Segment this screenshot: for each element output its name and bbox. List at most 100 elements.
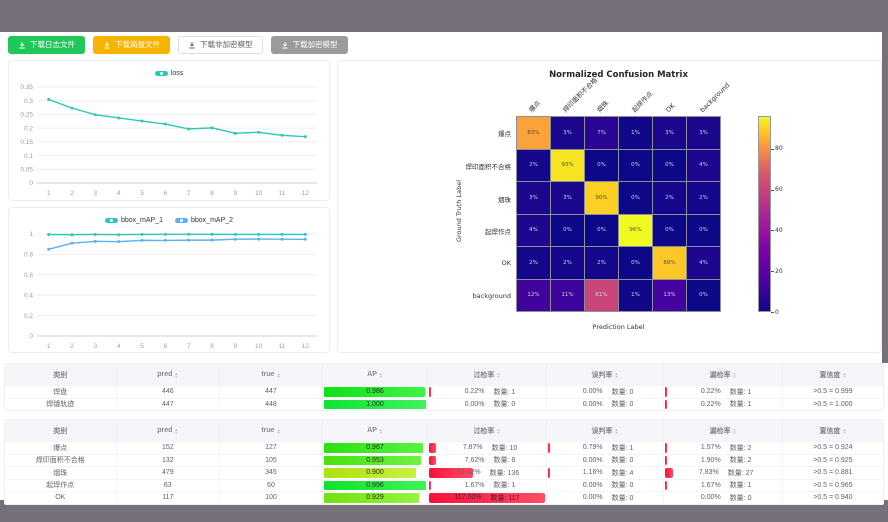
rate-bar [548,468,550,478]
true-cell: 447 [220,386,323,398]
sort-icon[interactable]: ▲▼ [615,428,619,434]
matrix-row-label: OK [338,259,511,267]
matrix-cell: 2% [517,150,550,182]
rate-percent: 0.00% [577,482,603,489]
svg-text:0: 0 [29,333,33,340]
column-header-ap[interactable]: AP▲▼ [323,364,428,385]
column-header-误判率[interactable]: 误判率▲▼ [547,420,665,441]
column-header-置信度[interactable]: 置信度▲▼ [783,364,883,385]
matrix-cell: 4% [687,247,720,279]
category-cell: 焊盘 [5,386,117,398]
rate-bar [665,468,672,478]
column-header-置信度[interactable]: 置信度▲▼ [783,420,883,441]
misjudge-cell: 0.79%数量: 1 [547,442,665,454]
column-header-pred[interactable]: pred▲▼ [117,420,221,441]
table-row: 爆点1521270.9677.87%数量: 100.79%数量: 11.57%数… [5,441,883,454]
legend-item[interactable]: bbox_mAP_2 [175,217,233,224]
column-header-category: 类别 [5,364,117,385]
rate-count: 数量: 10 [492,443,518,453]
matrix-cell: 0% [687,215,720,247]
colorbar-tick [771,190,774,191]
download-report-button[interactable]: 下载简报文件 [93,36,170,54]
column-header-label: pred [157,371,172,378]
matrix-cell: 0% [687,280,720,312]
confidence-cell: >0.5 = 1.000 [783,399,883,411]
rate-count: 数量: 1 [612,443,634,453]
colorbar-tick-label: 60 [775,186,783,193]
rate-count: 数量: 4 [612,468,634,478]
true-cell: 100 [220,492,323,504]
metrics-tables: 类别pred▲▼true▲▼AP▲▼过检率▲▼误判率▲▼漏检率▲▼置信度▲▼焊盘… [4,363,884,513]
svg-text:0.35: 0.35 [20,84,33,91]
rate-bar [665,456,667,466]
sort-icon[interactable]: ▲▼ [842,372,846,378]
misjudge-cell: 0.00%数量: 0 [547,455,665,467]
svg-text:0.3: 0.3 [24,98,33,105]
rate-value: 117.00%数量: 117 [454,493,519,503]
column-header-漏检率[interactable]: 漏检率▲▼ [664,420,783,441]
sort-icon[interactable]: ▲▼ [379,428,383,434]
rate-percent: 1.57% [695,444,721,451]
column-header-label: AP [367,371,377,378]
svg-text:0: 0 [29,180,33,187]
sort-icon[interactable]: ▲▼ [496,428,500,434]
column-header-过检率[interactable]: 过检率▲▼ [428,420,547,441]
svg-text:0.8: 0.8 [24,252,33,259]
matrix-cell: 0% [653,215,686,247]
download-log-button[interactable]: 下载日志文件 [8,36,85,54]
category-cell: 爆点 [5,442,117,454]
column-header-误判率[interactable]: 误判率▲▼ [547,364,665,385]
matrix-cell: 3% [551,117,584,149]
confusion-matrix-xlabel: Prediction Label [516,323,721,331]
rate-value: 1.67%数量: 1 [695,480,752,490]
missdetect-cell: 0.00%数量: 0 [664,492,783,504]
sort-icon[interactable]: ▲▼ [277,428,281,434]
overdetect-cell: 117.00%数量: 117 [428,492,547,504]
overdetect-cell: 0.22%数量: 1 [428,386,547,398]
svg-text:3: 3 [94,343,98,350]
svg-text:8: 8 [210,343,214,350]
table-row: 焊印面积不合格1321050.9537.62%数量: 80.00%数量: 01.… [5,454,883,467]
button-label: 下载加密模型 [293,41,338,49]
ap-value: 0.953 [366,457,384,464]
sort-icon[interactable]: ▲▼ [496,372,500,378]
rate-count: 数量: 117 [490,493,519,503]
rate-count: 数量: 0 [612,480,634,490]
column-header-true[interactable]: true▲▼ [220,364,323,385]
column-header-漏检率[interactable]: 漏检率▲▼ [664,364,783,385]
confidence-cell: >0.5 = 0.965 [783,480,883,492]
table-header-row: 类别pred▲▼true▲▼AP▲▼过检率▲▼误判率▲▼漏检率▲▼置信度▲▼ [5,364,883,385]
sort-icon[interactable]: ▲▼ [379,372,383,378]
table-row: 烟珠4793450.90039.42%数量: 1361.16%数量: 47.83… [5,466,883,479]
column-header-true[interactable]: true▲▼ [220,420,323,441]
legend-item[interactable]: bbox_mAP_1 [105,217,163,224]
colorbar-tick-label: 20 [775,268,783,275]
confidence-cell: >0.5 = 0.999 [783,386,883,398]
ap-cell: 0.953 [323,455,428,467]
rate-bar [548,443,550,453]
sort-icon[interactable]: ▲▼ [277,372,281,378]
sort-icon[interactable]: ▲▼ [733,428,737,434]
sort-icon[interactable]: ▲▼ [615,372,619,378]
sort-icon[interactable]: ▲▼ [842,428,846,434]
rate-count: 数量: 0 [612,387,634,397]
column-header-过检率[interactable]: 过检率▲▼ [428,364,547,385]
svg-text:8: 8 [210,190,214,197]
sort-icon[interactable]: ▲▼ [174,372,178,378]
sort-icon[interactable]: ▲▼ [174,428,178,434]
rate-value: 0.00%数量: 0 [577,399,634,409]
rate-value: 0.00%数量: 0 [695,493,752,503]
matrix-cell: 3% [687,117,720,149]
sort-icon[interactable]: ▲▼ [733,372,737,378]
ap-cell: 0.986 [323,386,428,398]
matrix-cell: 90% [585,182,618,214]
download-unencrypted-model-button[interactable]: 下载非加密模型 [178,36,263,54]
legend-item[interactable]: loss [155,70,183,77]
download-encrypted-model-button[interactable]: 下载加密模型 [271,36,348,54]
missdetect-cell: 0.22%数量: 1 [664,386,783,398]
rate-value: 0.22%数量: 1 [695,399,752,409]
column-header-pred[interactable]: pred▲▼ [117,364,221,385]
column-header-ap[interactable]: AP▲▼ [323,420,428,441]
matrix-cell: 13% [653,280,686,312]
table-header-row: 类别pred▲▼true▲▼AP▲▼过检率▲▼误判率▲▼漏检率▲▼置信度▲▼ [5,420,883,441]
